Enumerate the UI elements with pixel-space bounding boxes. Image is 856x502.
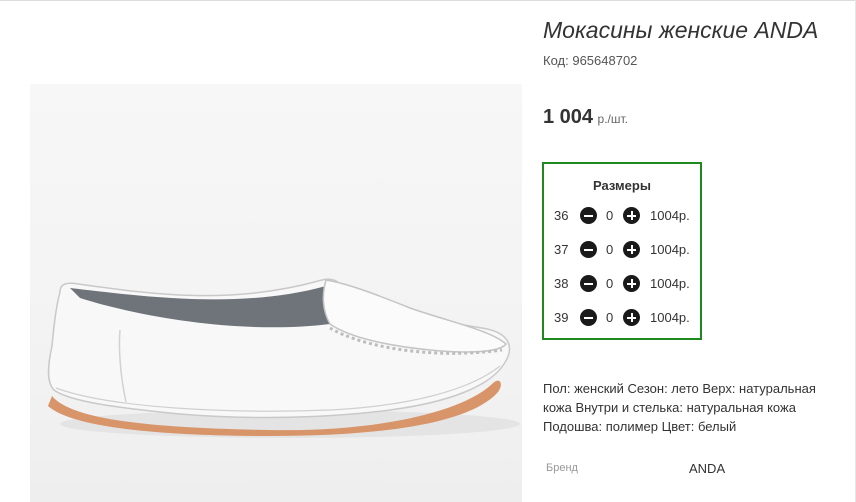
size-label: 36 xyxy=(554,208,569,223)
product-description: Пол: женский Сезон: лето Верх: натуральн… xyxy=(543,381,816,434)
size-row-36: 36 0 1004р. xyxy=(544,206,700,226)
product-price: 1 004 р./шт. xyxy=(543,106,628,129)
increase-quantity-button[interactable] xyxy=(623,207,640,224)
increase-quantity-button[interactable] xyxy=(623,309,640,326)
size-label: 39 xyxy=(554,310,569,325)
size-label: 37 xyxy=(554,242,569,257)
sizes-panel: Размеры 36 0 1004р. 37 0 1004р. 38 0 100… xyxy=(542,162,702,340)
size-row-39: 39 0 1004р. xyxy=(544,308,700,328)
size-price: 1004р. xyxy=(650,208,690,223)
quantity-value: 0 xyxy=(606,208,614,223)
size-row-37: 37 0 1004р. xyxy=(544,240,700,260)
brand-label: Бренд xyxy=(546,462,578,474)
size-label: 38 xyxy=(554,276,569,291)
product-code: Код: 965648702 xyxy=(543,53,637,68)
decrease-quantity-button[interactable] xyxy=(580,241,597,258)
quantity-value: 0 xyxy=(606,310,614,325)
decrease-quantity-button[interactable] xyxy=(580,275,597,292)
increase-quantity-button[interactable] xyxy=(623,241,640,258)
top-divider xyxy=(0,0,856,1)
product-code-value: 965648702 xyxy=(572,53,638,68)
product-image xyxy=(30,84,522,502)
price-amount: 1 004 xyxy=(543,106,594,128)
brand-value: ANDA xyxy=(689,461,726,476)
quantity-value: 0 xyxy=(606,276,614,291)
product-code-label: Код: xyxy=(543,53,569,68)
increase-quantity-button[interactable] xyxy=(623,275,640,292)
decrease-quantity-button[interactable] xyxy=(580,309,597,326)
size-price: 1004р. xyxy=(650,242,690,257)
size-price: 1004р. xyxy=(650,310,690,325)
sizes-title: Размеры xyxy=(593,178,651,193)
size-price: 1004р. xyxy=(650,276,690,291)
loafer-illustration xyxy=(47,278,520,438)
price-unit: р./шт. xyxy=(597,112,628,126)
decrease-quantity-button[interactable] xyxy=(580,207,597,224)
quantity-value: 0 xyxy=(606,242,614,257)
product-title: Мокасины женские ANDA xyxy=(543,17,819,43)
size-row-38: 38 0 1004р. xyxy=(544,274,700,294)
